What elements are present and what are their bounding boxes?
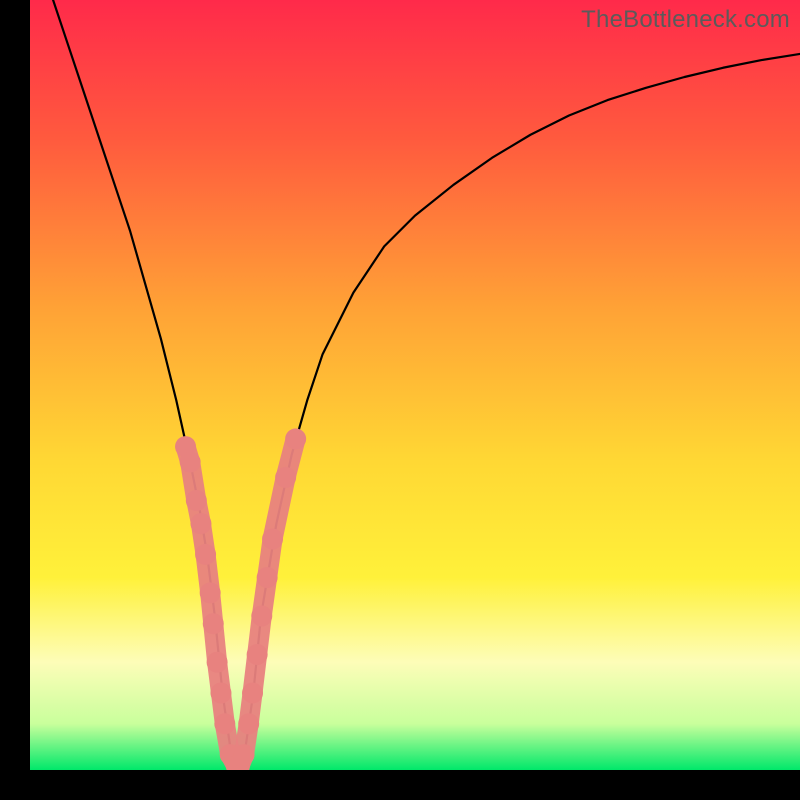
marker-dot	[214, 713, 235, 734]
marker-dot	[285, 428, 306, 449]
marker-dot	[251, 606, 272, 627]
watermark-text: TheBottleneck.com	[581, 6, 790, 34]
marker-dot	[262, 529, 283, 550]
marker-dot	[242, 683, 263, 704]
marker-dot	[210, 683, 231, 704]
marker-dot	[200, 582, 221, 603]
marker-dot	[234, 744, 255, 765]
heatmap-background	[30, 0, 800, 770]
marker-dot	[207, 652, 228, 673]
marker-dot	[203, 613, 224, 634]
marker-dot	[186, 490, 207, 511]
marker-dot	[195, 544, 216, 565]
marker-dot	[275, 467, 296, 488]
chart-plot	[30, 0, 800, 770]
marker-dot	[257, 567, 278, 588]
marker-dot	[180, 452, 201, 473]
marker-dot	[238, 713, 259, 734]
marker-dot	[247, 644, 268, 665]
marker-dot	[190, 513, 211, 534]
chart-frame	[30, 0, 800, 770]
